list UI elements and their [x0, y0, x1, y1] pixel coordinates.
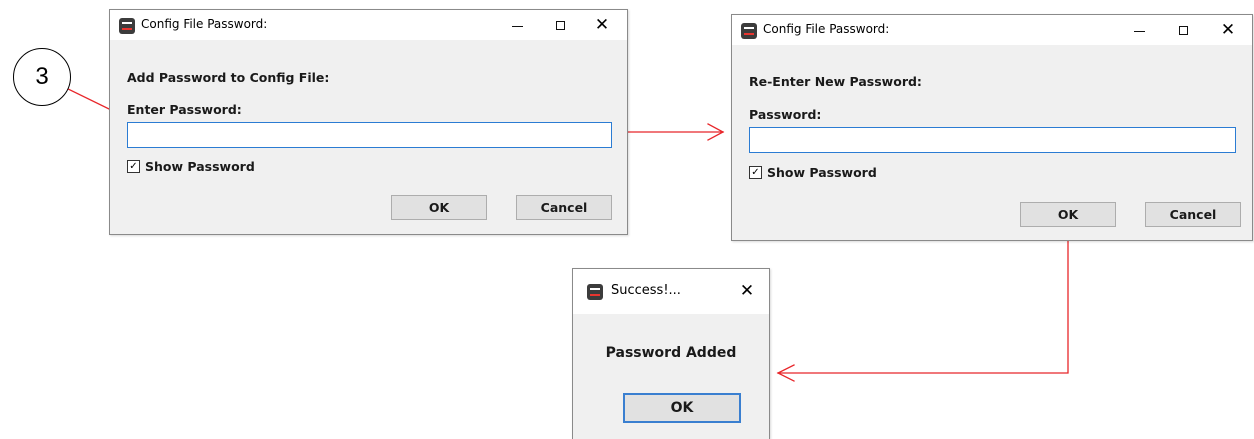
app-icon	[741, 23, 757, 39]
minimize-icon	[511, 25, 523, 27]
window-title: Config File Password:	[763, 22, 890, 36]
dialog-add-password: Config File Password: ✕ Add Password to …	[109, 9, 628, 235]
dialog-heading: Add Password to Config File:	[127, 70, 330, 85]
password-field-label: Password:	[749, 107, 822, 122]
show-password-checkbox[interactable]: ✓ Show Password	[749, 165, 877, 180]
close-button[interactable]: ✕	[1206, 15, 1250, 45]
title-bar: Success!... ✕	[573, 269, 769, 314]
password-field-label: Enter Password:	[127, 102, 242, 117]
step-number-marker: 3	[13, 48, 71, 106]
minimize-button[interactable]	[495, 10, 539, 40]
dialog-success: Success!... ✕ Password Added OK	[572, 268, 770, 439]
close-button[interactable]: ✕	[580, 10, 624, 40]
ok-button[interactable]: OK	[1020, 202, 1116, 227]
close-button[interactable]: ✕	[725, 269, 769, 314]
maximize-button[interactable]	[538, 10, 582, 40]
title-bar: Config File Password: ✕	[110, 10, 627, 40]
close-icon: ✕	[594, 14, 610, 35]
close-icon: ✕	[1220, 19, 1236, 40]
arrow-ok-to-success	[777, 227, 1069, 374]
cancel-button[interactable]: Cancel	[1145, 202, 1241, 227]
password-input[interactable]	[749, 127, 1236, 153]
show-password-checkbox[interactable]: ✓ Show Password	[127, 159, 255, 174]
success-message: Password Added	[605, 345, 737, 361]
maximize-button[interactable]	[1161, 15, 1205, 45]
ok-button[interactable]: OK	[391, 195, 487, 220]
close-icon: ✕	[739, 281, 755, 301]
cancel-button[interactable]: Cancel	[516, 195, 612, 220]
password-input[interactable]	[127, 122, 612, 148]
window-title: Success!...	[611, 283, 681, 298]
ok-button[interactable]: OK	[623, 393, 741, 423]
show-password-label: Show Password	[767, 165, 877, 180]
checkbox-check-icon: ✓	[127, 160, 140, 173]
app-icon	[119, 18, 135, 34]
minimize-icon	[1133, 30, 1145, 32]
dialog-heading: Re-Enter New Password:	[749, 74, 922, 89]
app-icon	[587, 284, 603, 300]
minimize-button[interactable]	[1117, 15, 1161, 45]
title-bar: Config File Password: ✕	[732, 15, 1252, 45]
maximize-icon	[555, 20, 565, 30]
dialog-reenter-password: Config File Password: ✕ Re-Enter New Pas…	[731, 14, 1253, 241]
maximize-icon	[1178, 25, 1188, 35]
show-password-label: Show Password	[145, 159, 255, 174]
window-title: Config File Password:	[141, 17, 268, 31]
checkbox-check-icon: ✓	[749, 166, 762, 179]
